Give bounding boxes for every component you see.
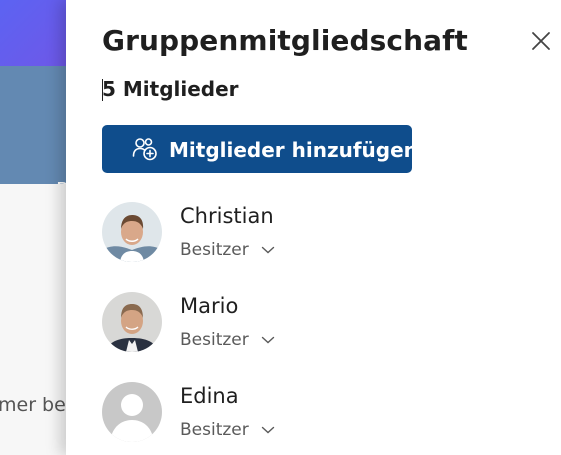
member-name: Christian [180, 204, 274, 228]
person-placeholder-icon [102, 382, 162, 442]
member-role-label: Besitzer [180, 240, 249, 260]
avatar [102, 292, 162, 352]
member-role-label: Besitzer [180, 330, 249, 350]
add-members-button-label: Mitglieder hinzufügen [169, 138, 418, 162]
chevron-down-icon [261, 426, 274, 434]
member-role-dropdown[interactable]: Besitzer [180, 420, 275, 440]
panel-title: Gruppenmitgliedschaft [102, 24, 468, 57]
member-item-christian[interactable]: Christian Besitzer [102, 202, 522, 264]
chevron-down-icon [261, 246, 274, 254]
background-banner: P [0, 66, 66, 202]
member-role-label: Besitzer [180, 420, 249, 440]
background-header [0, 0, 66, 66]
close-button[interactable] [528, 28, 554, 54]
avatar [102, 202, 162, 262]
member-role-dropdown[interactable]: Besitzer [180, 330, 275, 350]
people-add-icon [132, 138, 157, 161]
text-cursor [102, 79, 103, 101]
background-page: P mer be [0, 0, 66, 455]
add-members-button[interactable]: Mitglieder hinzufügen [102, 125, 418, 173]
member-count: 5 Mitglieder [102, 77, 239, 101]
member-name: Mario [180, 294, 239, 318]
background-content: mer be [0, 184, 66, 455]
member-item-edina[interactable]: Edina Besitzer [102, 382, 522, 444]
member-item-mario[interactable]: Mario Besitzer [102, 292, 522, 354]
member-name: Edina [180, 384, 239, 408]
member-role-dropdown[interactable]: Besitzer [180, 240, 275, 260]
background-content-text: mer be [0, 394, 66, 416]
group-membership-panel: Gruppenmitgliedschaft 5 Mitglieder Mitgl… [66, 0, 561, 455]
avatar-placeholder [102, 382, 162, 442]
chevron-down-icon [261, 336, 274, 344]
close-icon [532, 32, 550, 50]
